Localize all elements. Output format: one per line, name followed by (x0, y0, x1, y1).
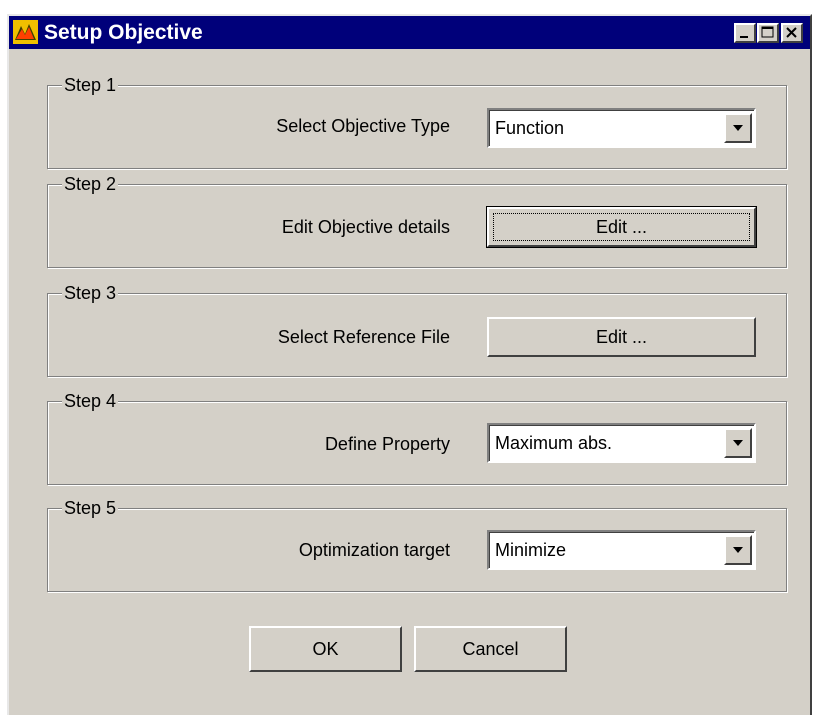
maximize-icon (761, 26, 774, 38)
edit-reference-file-button-label: Edit ... (595, 327, 648, 347)
cancel-button-label: Cancel (462, 639, 519, 659)
close-button[interactable] (781, 23, 803, 43)
step-1-legend: Step 1 (62, 74, 119, 96)
ok-button-label: OK (312, 639, 339, 659)
edit-reference-file-button[interactable]: Edit ... (487, 317, 756, 357)
define-property-value: Maximum abs. (495, 433, 613, 453)
minimize-icon (740, 36, 748, 38)
step-3-group: Select Reference File Step 3 Edit ... (47, 282, 787, 377)
step-2-legend: Step 2 (62, 173, 119, 195)
reference-file-label: Select Reference File (277, 327, 450, 347)
ok-button[interactable]: OK (249, 626, 402, 672)
step-5-group: Step 5 Optimization target Minimize (47, 497, 787, 592)
window-title: Setup Objective (44, 21, 203, 44)
optimization-target-value: Minimize (495, 540, 567, 560)
step-1-group: Step 1 Select Objective Type Function (47, 74, 787, 169)
step-3-legend: Step 3 (62, 282, 119, 304)
setup-objective-dialog: Setup Objective Step 1 Select Objective … (7, 14, 812, 715)
cancel-button[interactable]: Cancel (414, 626, 567, 672)
objective-details-label: Edit Objective details (281, 217, 450, 237)
define-property-dropdown[interactable]: Maximum abs. (487, 423, 756, 463)
step-4-group: Step 4 Define Property Maximum abs. (47, 390, 787, 485)
app-icon (13, 20, 38, 44)
edit-objective-details-button[interactable]: Edit ... (486, 206, 757, 248)
objective-type-dropdown-arrow[interactable] (724, 113, 752, 143)
chevron-down-icon (733, 125, 743, 131)
step-5-legend: Step 5 (62, 497, 119, 519)
chevron-down-icon (733, 547, 743, 553)
objective-type-value: Function (495, 118, 565, 138)
maximize-button[interactable] (757, 23, 779, 43)
step-2-group: Step 2 Edit Objective details Edit ... (47, 173, 787, 268)
minimize-button[interactable] (734, 23, 756, 43)
optimization-target-dropdown[interactable]: Minimize (487, 530, 756, 570)
define-property-dropdown-arrow[interactable] (724, 428, 752, 458)
focus-rect (493, 213, 750, 241)
step-4-legend: Step 4 (62, 390, 119, 412)
define-property-label: Define Property (324, 434, 450, 454)
chevron-down-icon (733, 440, 743, 446)
optimization-target-dropdown-arrow[interactable] (724, 535, 752, 565)
title-bar[interactable]: Setup Objective (9, 16, 810, 49)
objective-type-dropdown[interactable]: Function (487, 108, 756, 148)
optimization-target-label: Optimization target (298, 540, 450, 560)
objective-type-label: Select Objective Type (276, 116, 450, 136)
close-icon (786, 27, 797, 38)
